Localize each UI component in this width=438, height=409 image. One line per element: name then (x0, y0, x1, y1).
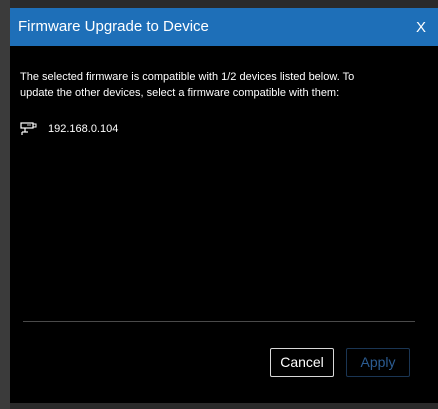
close-button[interactable]: X (416, 19, 426, 36)
device-ip: 192.168.0.104 (48, 123, 119, 135)
firmware-upgrade-dialog: Firmware Upgrade to Device X The selecte… (10, 8, 438, 403)
divider (23, 321, 415, 322)
background-shade (0, 0, 10, 409)
apply-button[interactable]: Apply (346, 348, 410, 377)
dialog-title: Firmware Upgrade to Device (18, 18, 209, 35)
cancel-button[interactable]: Cancel (270, 348, 334, 377)
dialog-titlebar: Firmware Upgrade to Device X (10, 8, 438, 46)
camera-icon (20, 122, 37, 135)
compatibility-message: The selected firmware is compatible with… (20, 69, 438, 101)
message-line-2: update the other devices, select a firmw… (20, 87, 340, 99)
message-line-1: The selected firmware is compatible with… (20, 71, 355, 83)
